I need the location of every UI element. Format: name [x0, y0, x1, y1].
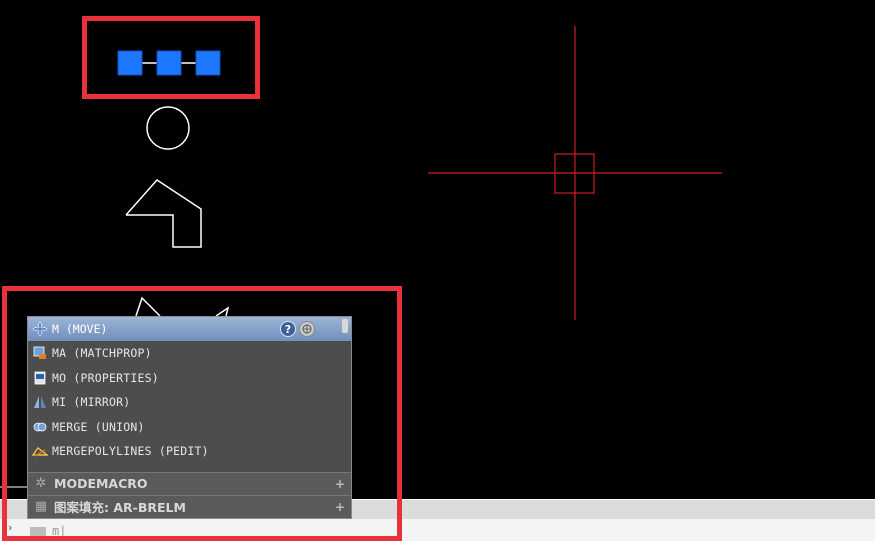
drawing-circle[interactable]: [146, 106, 190, 150]
drawing-polygon[interactable]: [125, 179, 202, 248]
crosshair-cursor: [428, 26, 722, 320]
highlight-box-grips: [82, 16, 260, 99]
highlight-box-autocomplete: [2, 286, 402, 541]
